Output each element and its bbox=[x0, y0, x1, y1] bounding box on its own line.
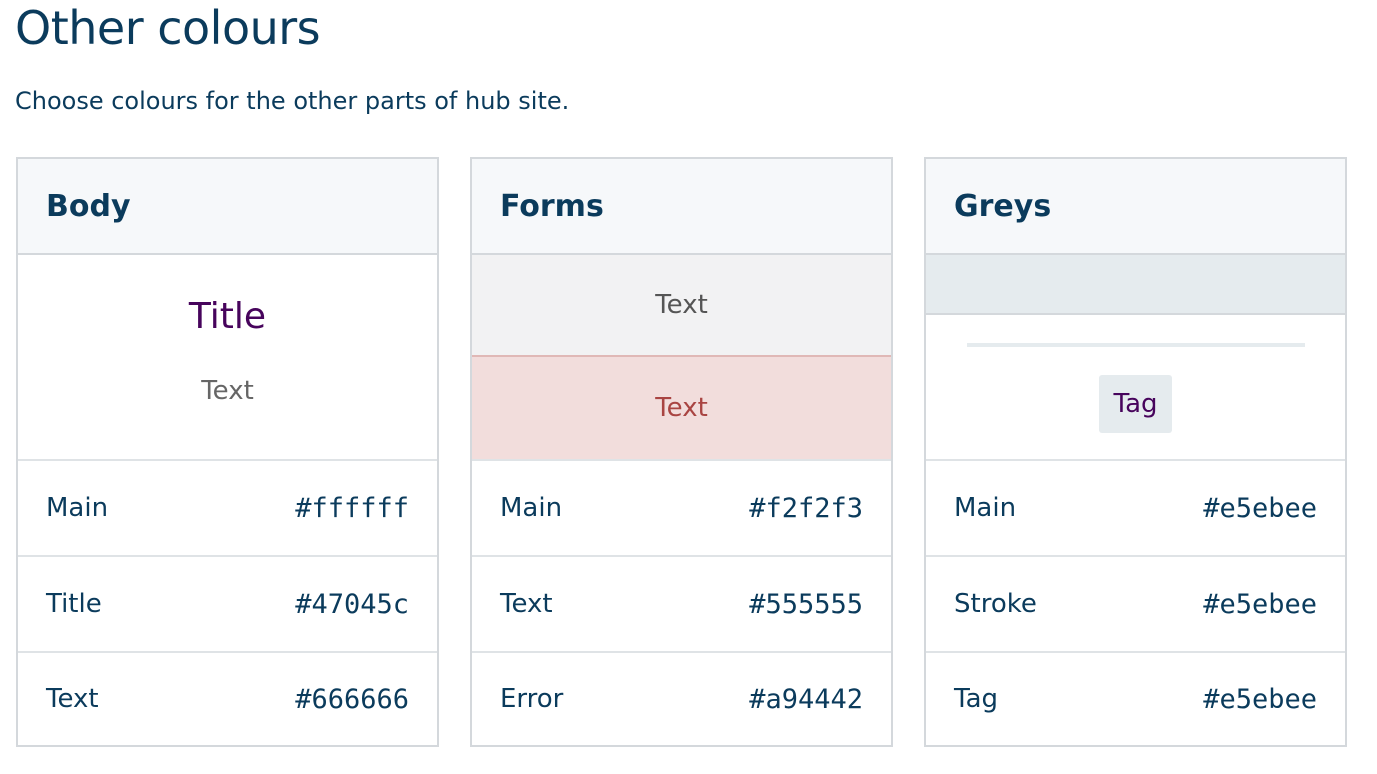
page-subtitle: Choose colours for the other parts of hu… bbox=[15, 87, 570, 115]
colour-row-greys-main: Main #e5ebee bbox=[926, 461, 1345, 557]
colour-row-body-main: Main #ffffff bbox=[18, 461, 437, 557]
colour-row-label: Text bbox=[500, 589, 553, 619]
colour-row-value[interactable]: #a94442 bbox=[749, 684, 863, 715]
greys-preview: Tag bbox=[926, 255, 1345, 461]
colour-row-forms-error: Error #a94442 bbox=[472, 653, 891, 745]
colour-row-value[interactable]: #ffffff bbox=[295, 493, 409, 524]
colour-row-body-title: Title #47045c bbox=[18, 557, 437, 653]
colour-row-value[interactable]: #e5ebee bbox=[1203, 684, 1317, 715]
forms-preview-error: Text bbox=[472, 357, 891, 459]
colour-row-label: Error bbox=[500, 684, 564, 714]
card-header-greys: Greys bbox=[926, 159, 1345, 255]
colour-cards: Body Title Text Main #ffffff Title #4704… bbox=[16, 157, 1347, 747]
colour-row-greys-tag: Tag #e5ebee bbox=[926, 653, 1345, 745]
colour-row-value[interactable]: #e5ebee bbox=[1203, 493, 1317, 524]
colour-row-value[interactable]: #e5ebee bbox=[1203, 589, 1317, 620]
page-title: Other colours bbox=[15, 1, 321, 55]
greys-preview-stroke bbox=[966, 343, 1305, 347]
colour-row-greys-stroke: Stroke #e5ebee bbox=[926, 557, 1345, 653]
colour-row-forms-main: Main #f2f2f3 bbox=[472, 461, 891, 557]
colour-row-label: Stroke bbox=[954, 589, 1037, 619]
colour-row-forms-text: Text #555555 bbox=[472, 557, 891, 653]
colour-row-label: Title bbox=[46, 589, 102, 619]
body-preview-text: Text bbox=[201, 376, 254, 406]
body-preview: Title Text bbox=[18, 255, 437, 461]
greys-preview-tag: Tag bbox=[1099, 375, 1172, 433]
colour-row-value[interactable]: #f2f2f3 bbox=[749, 493, 863, 524]
colour-row-value[interactable]: #555555 bbox=[749, 589, 863, 620]
body-colour-card: Body Title Text Main #ffffff Title #4704… bbox=[16, 157, 439, 747]
colour-row-label: Text bbox=[46, 684, 99, 714]
forms-colour-card: Forms Text Text Main #f2f2f3 Text #55555… bbox=[470, 157, 893, 747]
body-preview-title: Title bbox=[188, 296, 267, 337]
greys-colour-card: Greys Tag Main #e5ebee Stroke #e5ebee Ta… bbox=[924, 157, 1347, 747]
greys-preview-main-band bbox=[926, 255, 1345, 315]
forms-preview: Text Text bbox=[472, 255, 891, 461]
colour-row-label: Main bbox=[500, 493, 563, 523]
forms-preview-field: Text bbox=[472, 255, 891, 357]
card-header-body: Body bbox=[18, 159, 437, 255]
colour-row-label: Main bbox=[46, 493, 109, 523]
colour-row-value[interactable]: #666666 bbox=[295, 684, 409, 715]
colour-row-label: Main bbox=[954, 493, 1017, 523]
colour-row-label: Tag bbox=[954, 684, 999, 714]
colour-row-value[interactable]: #47045c bbox=[295, 589, 409, 620]
colour-row-body-text: Text #666666 bbox=[18, 653, 437, 745]
card-header-forms: Forms bbox=[472, 159, 891, 255]
